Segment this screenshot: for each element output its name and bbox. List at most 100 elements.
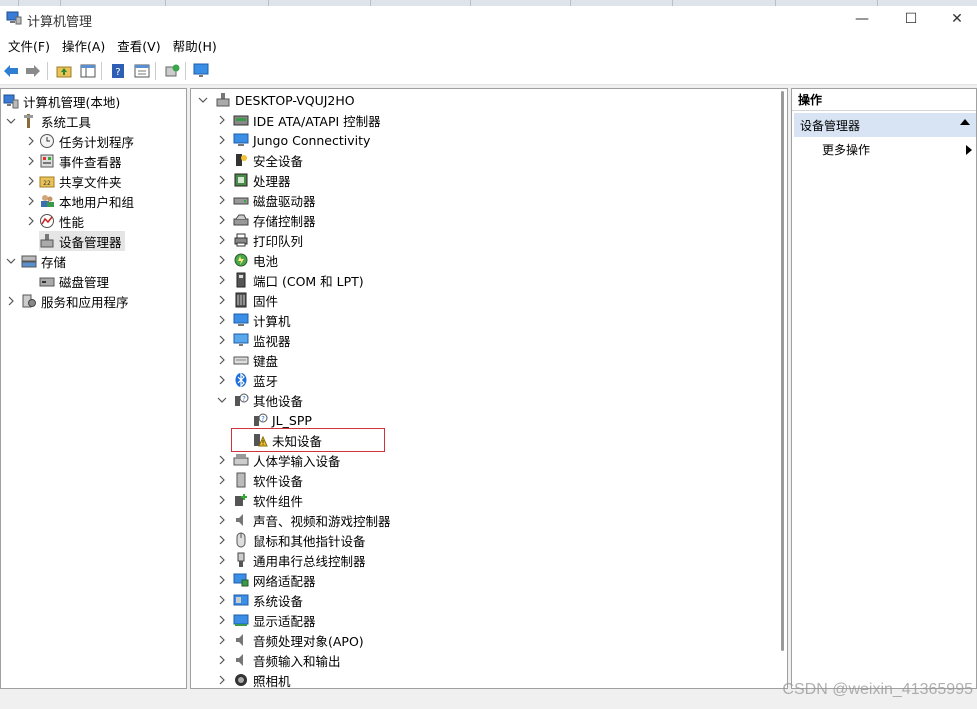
expand-chevron-icon[interactable]	[216, 370, 228, 390]
expand-chevron-icon[interactable]	[216, 470, 228, 490]
expand-chevron-icon[interactable]	[216, 490, 228, 510]
close-button[interactable]: ✕	[934, 6, 977, 32]
expand-chevron-icon[interactable]	[216, 570, 228, 590]
device-category-item[interactable]: IDE ATA/ATAPI 控制器	[233, 110, 381, 130]
expand-chevron-icon[interactable]	[216, 330, 228, 350]
device-category-item[interactable]: 安全设备	[233, 150, 303, 170]
expand-chevron-icon[interactable]	[216, 550, 228, 570]
update-driver-button[interactable]	[163, 62, 181, 80]
device-category-item[interactable]: Jungo Connectivity	[233, 130, 370, 150]
menu-file[interactable]: 文件(F)	[2, 36, 56, 55]
expand-chevron-icon[interactable]	[216, 250, 228, 270]
actions-section-device-manager[interactable]: 设备管理器	[794, 113, 976, 137]
expand-chevron-icon[interactable]	[216, 610, 228, 630]
device-category-item[interactable]: ? 其他设备	[233, 390, 303, 410]
expand-chevron-icon[interactable]	[216, 510, 228, 530]
device-category-item[interactable]: 音频输入和输出	[233, 650, 341, 670]
console-tree-item[interactable]: 设备管理器	[39, 231, 125, 251]
device-category-item[interactable]: 计算机	[233, 310, 291, 330]
device-category-item[interactable]: 系统设备	[233, 590, 303, 610]
console-tree-item[interactable]: 性能	[39, 211, 87, 231]
menu-view[interactable]: 查看(V)	[111, 36, 166, 55]
console-tree-item[interactable]: 系统工具	[21, 111, 94, 131]
console-tree-item[interactable]: 存储	[21, 251, 69, 271]
expand-chevron-icon[interactable]	[25, 131, 37, 151]
device-category-item[interactable]: 固件	[233, 290, 278, 310]
back-button[interactable]	[2, 62, 20, 80]
expand-chevron-icon[interactable]	[216, 530, 228, 550]
expand-chevron-icon[interactable]	[216, 110, 228, 130]
device-item[interactable]: ! 未知设备	[252, 430, 322, 450]
console-tree-item[interactable]: 22 共享文件夹	[39, 171, 125, 191]
expand-chevron-icon[interactable]	[216, 450, 228, 470]
device-category-item[interactable]: 显示适配器	[233, 610, 316, 630]
console-tree-item[interactable]: 任务计划程序	[39, 131, 137, 151]
forward-button[interactable]	[24, 62, 42, 80]
console-tree-item[interactable]: 本地用户和组	[39, 191, 137, 211]
show-hide-tree-button[interactable]	[79, 62, 97, 80]
device-category-item[interactable]: 电池	[233, 250, 278, 270]
device-category-item[interactable]: 磁盘驱动器	[233, 190, 316, 210]
properties-button[interactable]	[133, 62, 151, 80]
device-category-item[interactable]: 软件组件	[233, 490, 303, 510]
device-category-item[interactable]: 打印队列	[233, 230, 303, 250]
audio-io-icon	[233, 652, 249, 668]
collapse-chevron-icon[interactable]	[216, 390, 228, 410]
expand-chevron-icon[interactable]	[25, 171, 37, 191]
expand-chevron-icon[interactable]	[216, 350, 228, 370]
device-category-item[interactable]: 端口 (COM 和 LPT)	[233, 270, 364, 290]
device-tree-root[interactable]: DESKTOP-VQUJ2HO	[215, 90, 355, 110]
console-tree-item[interactable]: 事件查看器	[39, 151, 125, 171]
expand-chevron-icon[interactable]	[216, 230, 228, 250]
console-tree-item[interactable]: 计算机管理(本地)	[3, 91, 123, 111]
device-category-item[interactable]: 鼠标和其他指针设备	[233, 530, 366, 550]
expand-chevron-icon[interactable]	[216, 130, 228, 150]
device-category-item[interactable]: 音频处理对象(APO)	[233, 630, 364, 650]
collapse-chevron-icon[interactable]	[5, 111, 17, 131]
more-actions-item[interactable]: 更多操作	[822, 139, 870, 159]
expand-chevron-icon[interactable]	[216, 170, 228, 190]
expand-chevron-icon[interactable]	[216, 650, 228, 670]
up-folder-button[interactable]	[55, 62, 73, 80]
expand-chevron-icon[interactable]	[216, 190, 228, 210]
expand-chevron-icon[interactable]	[216, 310, 228, 330]
device-category-item[interactable]: 蓝牙	[233, 370, 278, 390]
collapse-chevron-icon[interactable]	[5, 251, 17, 271]
mouse-icon	[233, 532, 249, 548]
console-tree-item[interactable]: 服务和应用程序	[21, 291, 132, 311]
device-category-item[interactable]: 声音、视频和游戏控制器	[233, 510, 391, 530]
collapse-chevron-icon[interactable]	[197, 90, 209, 110]
expand-chevron-icon[interactable]	[25, 151, 37, 171]
device-category-item[interactable]: 键盘	[233, 350, 278, 370]
expand-chevron-icon[interactable]	[25, 191, 37, 211]
help-button[interactable]: ?	[109, 62, 127, 80]
expand-chevron-icon[interactable]	[216, 670, 228, 688]
expand-chevron-icon[interactable]	[216, 290, 228, 310]
expand-chevron-icon[interactable]	[216, 270, 228, 290]
minimize-button[interactable]: —	[839, 6, 885, 32]
vertical-scrollbar[interactable]	[778, 91, 786, 651]
expand-chevron-icon[interactable]	[216, 630, 228, 650]
expand-chevron-icon[interactable]	[25, 211, 37, 231]
expand-chevron-icon[interactable]	[216, 590, 228, 610]
menu-action[interactable]: 操作(A)	[56, 36, 111, 55]
device-item[interactable]: ? JL_SPP	[252, 410, 312, 430]
device-category-item[interactable]: 通用串行总线控制器	[233, 550, 366, 570]
maximize-button[interactable]: ☐	[888, 6, 934, 32]
printer-icon	[233, 232, 249, 248]
device-category-item[interactable]: 存储控制器	[233, 210, 316, 230]
expand-chevron-icon[interactable]	[216, 210, 228, 230]
device-category-item[interactable]: 网络适配器	[233, 570, 316, 590]
device-category-item[interactable]: 软件设备	[233, 470, 303, 490]
menu-help[interactable]: 帮助(H)	[167, 36, 223, 55]
expand-chevron-icon[interactable]	[5, 291, 17, 311]
scrollbar-thumb[interactable]	[781, 91, 784, 651]
scan-hardware-button[interactable]	[193, 62, 211, 80]
console-tree-item[interactable]: 磁盘管理	[39, 271, 112, 291]
expand-chevron-icon[interactable]	[216, 150, 228, 170]
device-category-item[interactable]: 监视器	[233, 330, 291, 350]
device-category-item[interactable]: 照相机	[233, 670, 291, 688]
device-category-item[interactable]: 人体学输入设备	[233, 450, 341, 470]
device-category-item[interactable]: 处理器	[233, 170, 291, 190]
display-adapter-icon	[233, 612, 249, 628]
